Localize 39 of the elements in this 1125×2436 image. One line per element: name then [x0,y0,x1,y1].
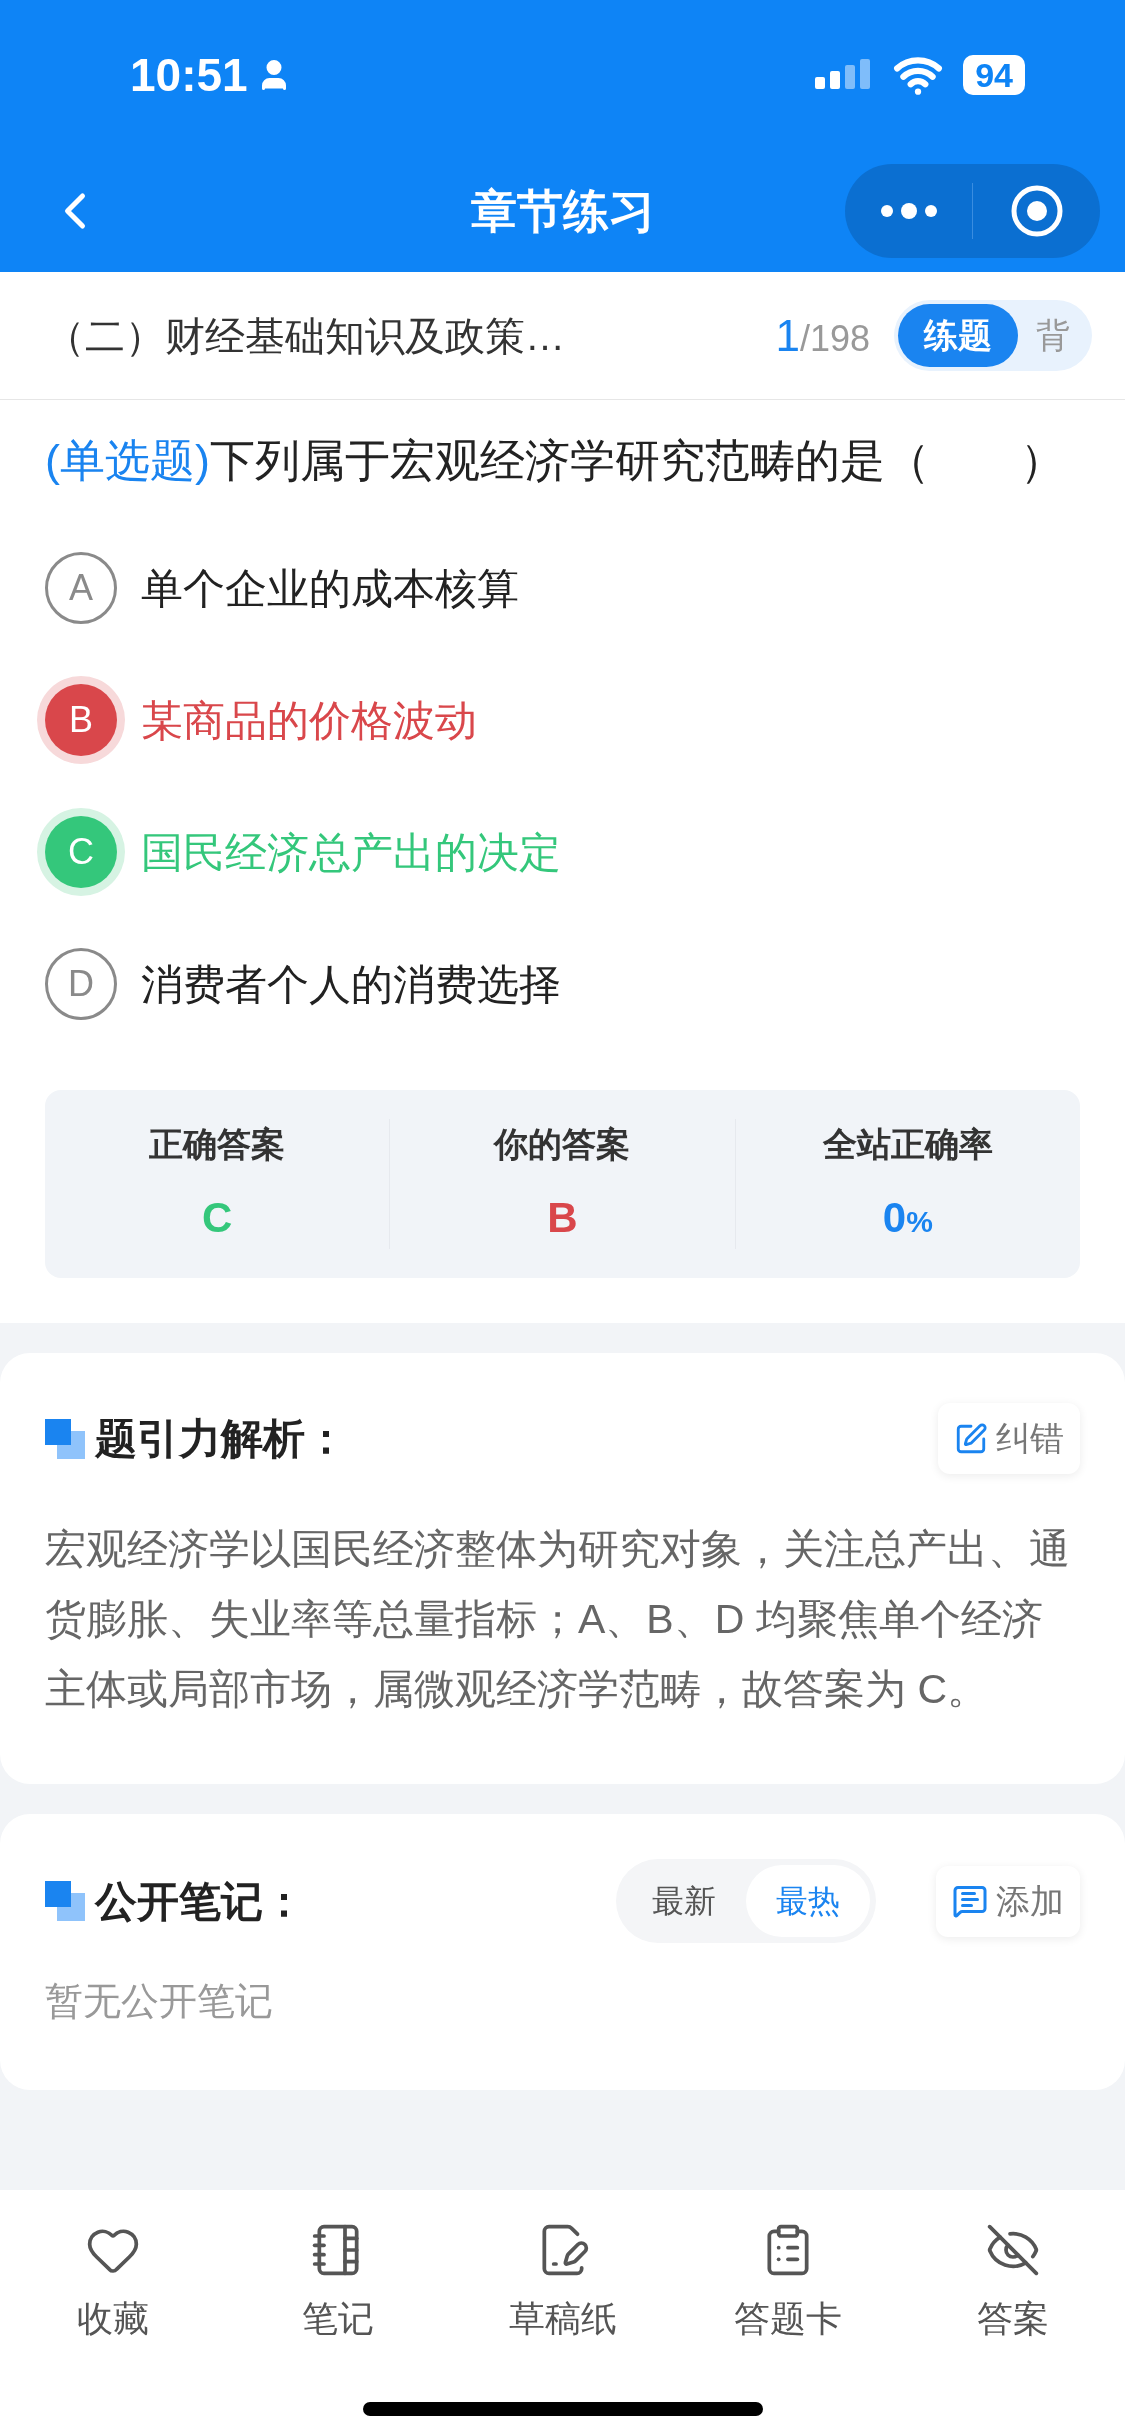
stat-label: 正确答案 [149,1124,286,1165]
notes-title: 公开笔记： [95,1876,305,1927]
toolbar-button[interactable]: 答题卡 [675,2222,900,2346]
question-index: 1 [775,309,800,362]
edit-icon [954,1421,988,1456]
analysis-title: 题引力解析： [95,1414,347,1464]
page-title: 章节练习 [470,183,655,239]
question-text: (单选题)下列属于宏观经济学研究范畴的是（ ） [45,434,1066,488]
comment-icon [952,1883,988,1919]
chapter-title: （二）财经基础知识及政策… [45,312,565,360]
option-text[interactable]: 单个企业的成本核算 [141,556,519,620]
sort-tab[interactable]: 最新 [622,1865,746,1937]
option-letter[interactable]: D [45,948,117,1020]
toolbar-button[interactable]: 答案 [900,2222,1125,2346]
stat-value: 0% [882,1193,933,1243]
question-total: /198 [799,316,870,361]
more-icon[interactable] [880,203,937,219]
option-text[interactable]: 消费者个人的消费选择 [141,952,561,1016]
stat-label: 你的答案 [494,1124,631,1165]
battery-level: 94 [963,55,1025,95]
option-text[interactable]: 某商品的价格波动 [141,688,477,752]
stat-value: C [202,1193,233,1243]
status-time: 10:51 [130,47,248,103]
toolbar-button[interactable]: 收藏 [0,2222,225,2346]
sort-tab[interactable]: 最热 [746,1865,870,1937]
add-note-button[interactable]: 添加 [936,1865,1080,1937]
option-letter[interactable]: A [45,552,117,624]
empty-notes-text: 暂无公开笔记 [45,1979,274,2024]
analysis-text: 宏观经济学以国民经济整体为研究对象，关注总产出、通货膨胀、失业率等总量指标；A、B、D 均聚焦单个经济主体或局部市场，属微观经济学范畴，故答案为 C。 [45,1525,1071,1714]
target-icon[interactable] [1009,184,1064,238]
section-mark-icon [45,1418,85,1459]
mode-tab[interactable]: 背 [1018,304,1088,367]
section-mark-icon [45,1881,85,1921]
report-error-button[interactable]: 纠错 [938,1403,1080,1474]
stat-value: B [547,1193,578,1243]
toolbar-button[interactable]: 草稿纸 [450,2222,675,2346]
stat-label: 全站正确率 [822,1124,993,1165]
mode-tab[interactable]: 练题 [898,304,1018,367]
toolbar-button[interactable]: 笔记 [225,2222,450,2346]
